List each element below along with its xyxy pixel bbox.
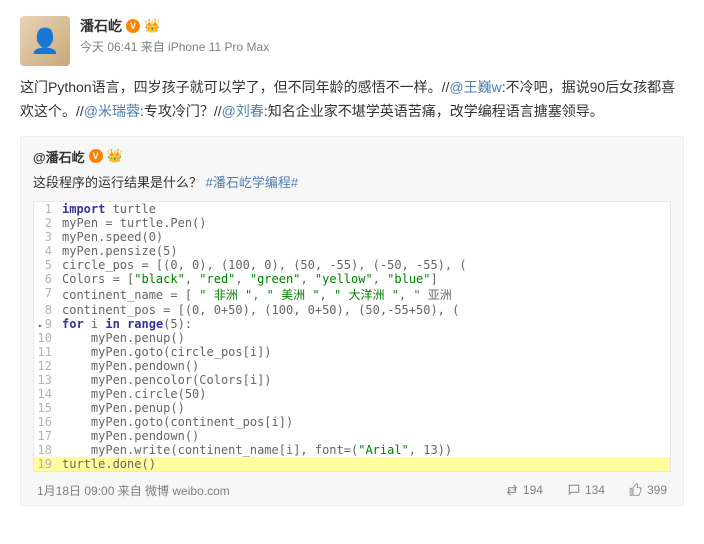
code-text: Colors = ["black", "red", "green", "yell… bbox=[58, 272, 670, 286]
text-segment: 这门Python语言，四岁孩子就可以学了，但不同年龄的感悟不一样。 bbox=[20, 79, 442, 95]
code-line: 3myPen.speed(0) bbox=[34, 230, 670, 244]
code-line: 16 myPen.goto(continent_pos[i]) bbox=[34, 415, 670, 429]
repost-button[interactable]: 194 bbox=[505, 483, 543, 497]
code-text: myPen.write(continent_name[i], font=("Ar… bbox=[58, 443, 670, 457]
code-text: myPen.speed(0) bbox=[58, 230, 670, 244]
code-text: myPen.pensize(5) bbox=[58, 244, 670, 258]
code-text: circle_pos = [(0, 0), (100, 0), (50, -55… bbox=[58, 258, 670, 272]
line-number: 8 bbox=[34, 303, 58, 317]
code-text: myPen = turtle.Pen() bbox=[58, 216, 670, 230]
code-text: myPen.pendown() bbox=[58, 359, 670, 373]
line-number: 15 bbox=[34, 401, 58, 415]
line-number: 6 bbox=[34, 272, 58, 286]
footer-time: 1月18日 09:00 来自 微博 weibo.com bbox=[37, 482, 230, 499]
line-number: 12 bbox=[34, 359, 58, 373]
line-number: 1 bbox=[34, 202, 58, 216]
code-text: turtle.done() bbox=[58, 457, 670, 471]
code-line: 6Colors = ["black", "red", "green", "yel… bbox=[34, 272, 670, 286]
code-line: 7continent_name = [ " 非洲 ", " 美洲 ", " 大洋… bbox=[34, 286, 670, 303]
like-count: 399 bbox=[647, 483, 667, 497]
code-line: 8continent_pos = [(0, 0+50), (100, 0+50)… bbox=[34, 303, 670, 317]
line-number: 7 bbox=[34, 286, 58, 303]
code-text: for i in range(5): bbox=[58, 317, 670, 331]
quoted-author[interactable]: @潘石屹 bbox=[33, 147, 85, 166]
code-line: 18 myPen.write(continent_name[i], font=(… bbox=[34, 443, 670, 457]
code-line: 4myPen.pensize(5) bbox=[34, 244, 670, 258]
code-line: 1import turtle bbox=[34, 202, 670, 216]
code-line: 5circle_pos = [(0, 0), (100, 0), (50, -5… bbox=[34, 258, 670, 272]
quoted-post: @潘石屹 V 👑 这段程序的运行结果是什么？ #潘石屹学编程# 1import … bbox=[20, 136, 684, 506]
verified-badge-icon: V bbox=[126, 19, 140, 33]
code-text: myPen.circle(50) bbox=[58, 387, 670, 401]
code-line: 14 myPen.circle(50) bbox=[34, 387, 670, 401]
club-badge-icon: 👑 bbox=[107, 148, 123, 164]
line-number: 17 bbox=[34, 429, 58, 443]
line-number: 10 bbox=[34, 331, 58, 345]
code-text: continent_name = [ " 非洲 ", " 美洲 ", " 大洋洲… bbox=[58, 286, 670, 303]
code-text: myPen.pencolor(Colors[i]) bbox=[58, 373, 670, 387]
code-line: 10 myPen.penup() bbox=[34, 331, 670, 345]
separator: // bbox=[76, 103, 84, 119]
author-name[interactable]: 潘石屹 bbox=[80, 16, 122, 36]
quoted-text: 这段程序的运行结果是什么？ bbox=[33, 175, 202, 190]
code-text: continent_pos = [(0, 0+50), (100, 0+50),… bbox=[58, 303, 670, 317]
post-footer: 1月18日 09:00 来自 微博 weibo.com 194 134 399 bbox=[33, 472, 671, 505]
line-number: 11 bbox=[34, 345, 58, 359]
like-button[interactable]: 399 bbox=[629, 483, 667, 497]
comment-icon bbox=[567, 483, 581, 497]
code-line: 17 myPen.pendown() bbox=[34, 429, 670, 443]
line-number: 18 bbox=[34, 443, 58, 457]
like-icon bbox=[629, 483, 643, 497]
code-text: myPen.goto(circle_pos[i]) bbox=[58, 345, 670, 359]
line-number: 2 bbox=[34, 216, 58, 230]
code-line: 11 myPen.goto(circle_pos[i]) bbox=[34, 345, 670, 359]
code-text: import turtle bbox=[58, 202, 670, 216]
hashtag-link[interactable]: #潘石屹学编程# bbox=[206, 175, 298, 190]
comment-count: 134 bbox=[585, 483, 605, 497]
comment-button[interactable]: 134 bbox=[567, 483, 605, 497]
code-line: ▸9for i in range(5): bbox=[34, 317, 670, 331]
code-line: 12 myPen.pendown() bbox=[34, 359, 670, 373]
line-number: 14 bbox=[34, 387, 58, 401]
mention-link[interactable]: @米瑞蓉 bbox=[84, 103, 140, 119]
mention-link[interactable]: @刘春 bbox=[222, 103, 264, 119]
avatar[interactable]: 👤 bbox=[20, 16, 70, 66]
code-text: myPen.penup() bbox=[58, 401, 670, 415]
line-number: 13 bbox=[34, 373, 58, 387]
post-content: 这门Python语言，四岁孩子就可以学了，但不同年龄的感悟不一样。 // @王巍w:… bbox=[20, 76, 684, 124]
line-number: 4 bbox=[34, 244, 58, 258]
code-line: 15 myPen.penup() bbox=[34, 401, 670, 415]
mention-link[interactable]: @王巍w bbox=[449, 79, 501, 95]
separator: // bbox=[214, 103, 222, 119]
line-number: ▸9 bbox=[34, 317, 58, 331]
club-badge-icon: 👑 bbox=[144, 18, 160, 34]
line-number: 19 bbox=[34, 457, 58, 471]
text-segment: :专攻冷门？ bbox=[140, 103, 214, 119]
repost-count: 194 bbox=[523, 483, 543, 497]
code-text: myPen.goto(continent_pos[i]) bbox=[58, 415, 670, 429]
code-line: 2myPen = turtle.Pen() bbox=[34, 216, 670, 230]
line-number: 3 bbox=[34, 230, 58, 244]
verified-badge-icon: V bbox=[89, 149, 103, 163]
line-number: 16 bbox=[34, 415, 58, 429]
line-number: 5 bbox=[34, 258, 58, 272]
code-line: 19turtle.done() bbox=[34, 457, 670, 471]
text-segment: :知名企业家不堪学英语苦痛，改学编程语言搪塞领导。 bbox=[264, 103, 604, 119]
repost-icon bbox=[505, 483, 519, 497]
post-meta: 今天 06:41 来自 iPhone 11 Pro Max bbox=[80, 38, 684, 55]
code-text: myPen.pendown() bbox=[58, 429, 670, 443]
code-line: 13 myPen.pencolor(Colors[i]) bbox=[34, 373, 670, 387]
code-block: 1import turtle2myPen = turtle.Pen()3myPe… bbox=[33, 201, 671, 472]
code-text: myPen.penup() bbox=[58, 331, 670, 345]
